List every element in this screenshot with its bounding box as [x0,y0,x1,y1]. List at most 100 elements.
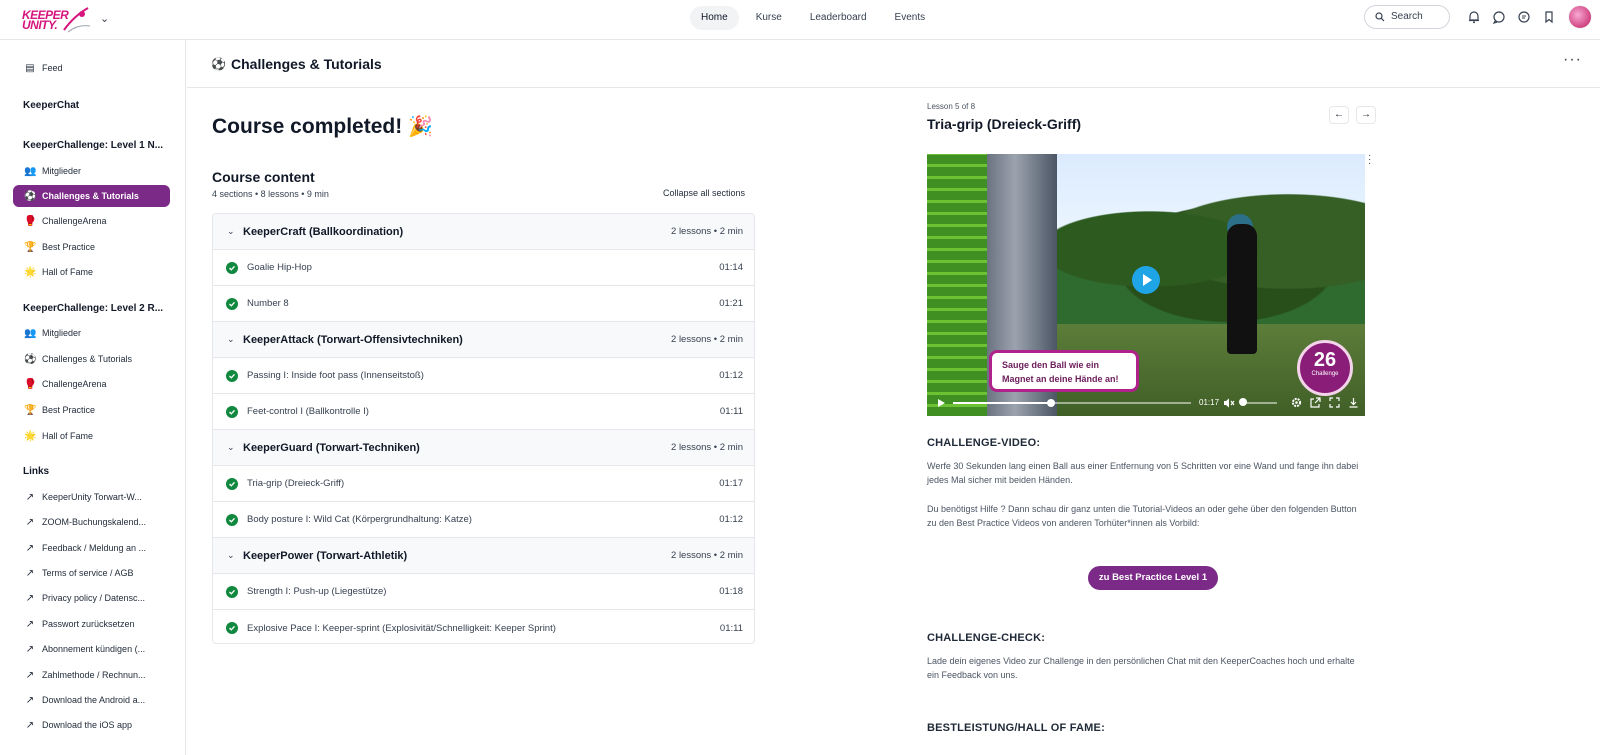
sidebar-item-hall-of-fame[interactable]: 🌟 Hall of Fame [13,261,170,283]
sidebar-item-label: Hall of Fame [42,267,94,277]
play-button[interactable] [1132,266,1160,294]
main-nav: Home Kurse Leaderboard Events [690,6,936,30]
download-icon[interactable] [1348,397,1359,408]
external-link-icon: ↗ [25,694,35,706]
check-circle-icon [226,622,238,634]
nav-events[interactable]: Events [884,6,937,30]
sidebar-link[interactable]: ↗ Terms of service / AGB [13,562,170,584]
arena-icon: 🥊 [24,378,37,390]
external-link-icon: ↗ [25,567,35,579]
next-lesson-button[interactable]: → [1356,106,1376,124]
lesson-title: Feet-control I (Ballkontrolle I) [247,406,369,417]
chevron-down-icon[interactable]: ⌄ [100,12,109,25]
video-scene [1057,174,1365,324]
lesson-row[interactable]: Tria-grip (Dreieck-Griff) 01:17 [213,466,754,502]
sidebar-item-label: Challenges & Tutorials [42,354,133,364]
sidebar-item-mitglieder-2[interactable]: 👥 Mitglieder [13,322,170,344]
lesson-row[interactable]: Goalie Hip-Hop 01:14 [213,250,754,286]
collapse-all-button[interactable]: Collapse all sections [663,188,745,198]
sidebar-link[interactable]: ↗ Zahlmethode / Rechnun... [13,664,170,686]
sidebar-item-challenges-tutorials[interactable]: ⚽ Challenges & Tutorials [13,185,170,207]
challenge-video-text: Werfe 30 Sekunden lang einen Ball aus ei… [927,461,1359,485]
sidebar-link[interactable]: ↗ Abonnement kündigen (... [13,638,170,660]
search-icon [1375,12,1385,22]
settings-gear-icon[interactable] [1291,397,1302,408]
messages-icon[interactable] [1517,10,1531,24]
sidebar-item-challengearena[interactable]: 🥊 ChallengeArena [13,210,170,232]
course-content-title: Course content [212,169,315,185]
lesson-row[interactable]: Number 8 01:21 [213,286,754,322]
arena-icon: 🥊 [24,215,37,227]
chat-icon[interactable] [1492,10,1506,24]
sidebar-item-feed[interactable]: ▤ Feed [13,57,170,79]
lesson-title: Tria-grip (Dreieck-Griff) [247,478,345,489]
lesson-row[interactable]: Body posture I: Wild Cat (Körpergrundhal… [213,502,754,538]
sidebar-group-level2[interactable]: KeeperChallenge: Level 2 R... [23,303,163,314]
lesson-title: Goalie Hip-Hop [247,262,312,273]
sidebar-link[interactable]: ↗ Download the Android a... [13,689,170,711]
sidebar-item-keeperchat[interactable]: KeeperChat [23,100,79,111]
lesson-title: Body posture I: Wild Cat (Körpergrundhal… [247,514,472,525]
fullscreen-icon[interactable] [1329,397,1340,408]
volume-handle[interactable] [1239,398,1247,406]
nav-leaderboard[interactable]: Leaderboard [799,6,878,30]
play-icon[interactable] [937,398,946,408]
sidebar-link[interactable]: ↗ ZOOM-Buchungskalend... [13,511,170,533]
sidebar-link[interactable]: ↗ KeeperUnity Torwart-W... [13,486,170,508]
sidebar-link[interactable]: ↗ Privacy policy / Datensc... [13,587,170,609]
section-header[interactable]: ⌄ KeeperCraft (Ballkoordination) 2 lesso… [213,214,754,250]
sidebar-item-challengearena-2[interactable]: 🥊 ChallengeArena [13,373,170,395]
section-header[interactable]: ⌄ KeeperPower (Torwart-Athletik) 2 lesso… [213,538,754,574]
external-link-icon: ↗ [25,643,35,655]
bell-icon[interactable] [1467,10,1481,24]
search-input[interactable]: Search [1364,5,1450,29]
sidebar-item-label: ChallengeArena [42,216,107,226]
sidebar-item-label: Download the iOS app [42,720,133,730]
sidebar-item-label: Passwort zurücksetzen [42,619,135,629]
lesson-row[interactable]: Strength I: Push-up (Liegestütze) 01:18 [213,574,754,610]
sidebar-link[interactable]: ↗ Feedback / Meldung an ... [13,537,170,559]
nav-home[interactable]: Home [690,6,739,30]
lesson-row[interactable]: Feet-control I (Ballkontrolle I) 01:11 [213,394,754,430]
sidebar-item-label: ZOOM-Buchungskalend... [42,517,147,527]
section-header[interactable]: ⌄ KeeperGuard (Torwart-Techniken) 2 less… [213,430,754,466]
sidebar-item-mitglieder[interactable]: 👥 Mitglieder [13,160,170,182]
chevron-down-icon: ⌄ [227,550,235,560]
sidebar-item-challenges-tutorials-2[interactable]: ⚽ Challenges & Tutorials [13,348,170,370]
sidebar-link[interactable]: ↗ Download the iOS app [13,714,170,736]
sidebar-item-best-practice-2[interactable]: 🏆 Best Practice [13,399,170,421]
sidebar-group-level1[interactable]: KeeperChallenge: Level 1 N... [23,140,163,151]
chevron-down-icon: ⌄ [227,226,235,236]
previous-lesson-button[interactable]: ← [1329,106,1349,124]
chevron-down-icon: ⌄ [227,334,235,344]
lesson-heading: Tria-grip (Dreieck-Griff) [927,116,1082,132]
mute-icon[interactable] [1223,398,1235,408]
sidebar-item-best-practice[interactable]: 🏆 Best Practice [13,236,170,258]
check-circle-icon [226,513,238,526]
sidebar-item-label: KeeperUnity Torwart-W... [42,492,142,502]
section-header[interactable]: ⌄ KeeperAttack (Torwart-Offensivtechnike… [213,322,754,358]
chevron-down-icon: ⌄ [227,442,235,452]
best-practice-button[interactable]: zu Best Practice Level 1 [1088,566,1218,590]
sidebar-item-hall-of-fame-2[interactable]: 🌟 Hall of Fame [13,425,170,447]
nav-kurse[interactable]: Kurse [745,6,793,30]
section-meta: 2 lessons • 2 min [671,334,743,345]
keeperunity-logo[interactable]: KEEPER UNITY. [22,6,92,34]
sidebar-links-heading: Links [23,466,50,477]
sidebar-item-label: Zahlmethode / Rechnun... [42,670,146,680]
video-player[interactable]: Sauge den Ball wie ein Magnet an deine H… [927,154,1365,416]
more-options-icon[interactable]: ··· [1563,51,1582,69]
sidebar-item-label: Terms of service / AGB [42,568,134,578]
popout-icon[interactable] [1310,397,1321,408]
video-progress-handle[interactable] [1046,399,1055,407]
avatar[interactable] [1568,5,1592,29]
lesson-duration: 01:12 [719,370,743,381]
bookmark-icon[interactable] [1542,10,1556,24]
lesson-row[interactable]: Explosive Pace I: Keeper-sprint (Explosi… [213,610,754,643]
video-progress-bar[interactable] [953,399,1191,407]
external-link-icon: ↗ [25,719,35,731]
section-title: KeeperAttack (Torwart-Offensivtechniken) [243,333,463,346]
video-more-icon[interactable]: · · · [1368,151,1371,169]
sidebar-link[interactable]: ↗ Passwort zurücksetzen [13,613,170,635]
lesson-row[interactable]: Passing I: Inside foot pass (Innenseitst… [213,358,754,394]
